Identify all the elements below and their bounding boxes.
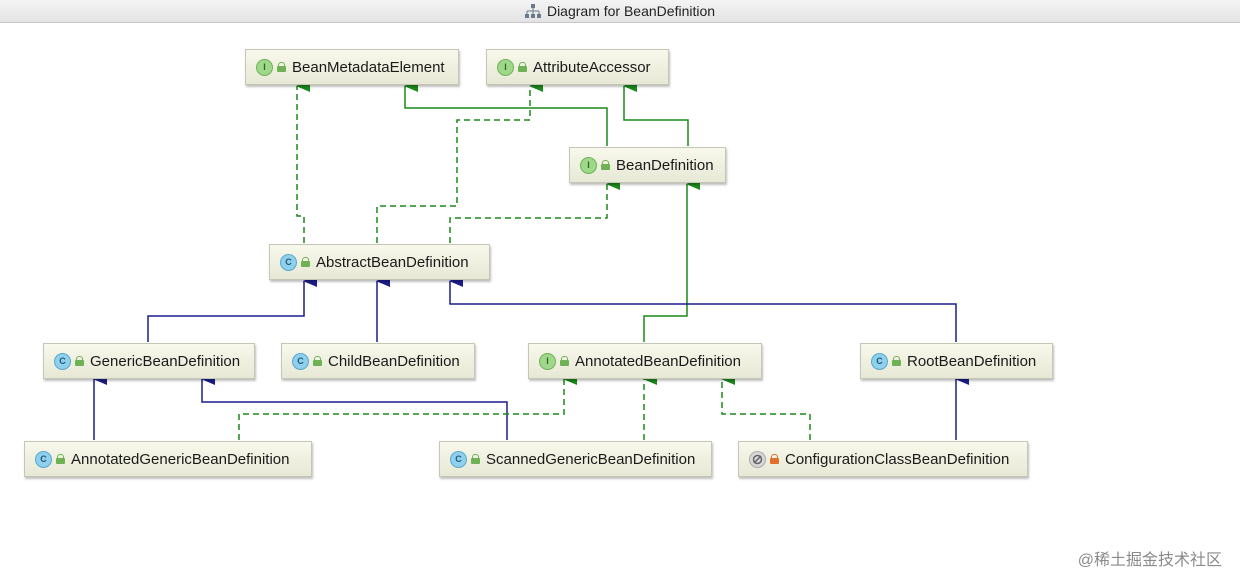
edge-generic-abstract <box>147 275 317 342</box>
edge-beandefinition-attributeaccessor <box>623 80 689 146</box>
edge-annotatedgeneric-annotated <box>238 373 577 440</box>
node-scanned-generic-bean-definition[interactable]: C ScannedGenericBeanDefinition <box>439 441 712 477</box>
node-label: ChildBeanDefinition <box>328 352 460 370</box>
class-icon: C <box>54 352 71 370</box>
node-label: AnnotatedBeanDefinition <box>575 352 741 370</box>
watermark: @稀土掘金技术社区 <box>1077 552 1222 569</box>
node-bean-definition[interactable]: I BeanDefinition <box>569 147 726 183</box>
node-generic-bean-definition[interactable]: C GenericBeanDefinition <box>43 343 255 379</box>
public-visibility-icon <box>56 454 65 464</box>
node-bean-metadata-element[interactable]: I BeanMetadataElement <box>245 49 459 85</box>
public-visibility-icon <box>601 160 610 170</box>
node-label: AbstractBeanDefinition <box>316 253 469 271</box>
public-visibility-icon <box>277 62 286 72</box>
node-label: GenericBeanDefinition <box>90 352 241 370</box>
node-label: RootBeanDefinition <box>907 352 1037 370</box>
public-visibility-icon <box>518 62 527 72</box>
edge-scanned-generic <box>201 373 508 440</box>
node-label: ScannedGenericBeanDefinition <box>486 450 696 468</box>
class-icon: C <box>280 253 297 271</box>
edge-beandefinition-beanmetadataelement <box>404 80 608 146</box>
node-root-bean-definition[interactable]: C RootBeanDefinition <box>860 343 1053 379</box>
private-class-icon <box>749 450 766 468</box>
node-configuration-class-bean-definition[interactable]: ConfigurationClassBeanDefinition <box>738 441 1028 477</box>
node-label: ConfigurationClassBeanDefinition <box>785 450 1010 468</box>
node-abstract-bean-definition[interactable]: C AbstractBeanDefinition <box>269 244 490 280</box>
class-icon: C <box>871 352 888 370</box>
node-label: BeanDefinition <box>616 156 714 174</box>
class-icon: C <box>35 450 52 468</box>
edge-annotated-beandefinition <box>643 178 700 342</box>
public-visibility-icon <box>560 356 569 366</box>
class-icon: C <box>450 450 467 468</box>
node-attribute-accessor[interactable]: I AttributeAccessor <box>486 49 669 85</box>
edge-abstract-attributeaccessor <box>376 80 543 243</box>
node-annotated-generic-bean-definition[interactable]: C AnnotatedGenericBeanDefinition <box>24 441 312 477</box>
edge-root-abstract <box>449 275 957 342</box>
class-icon: C <box>292 352 309 370</box>
edge-configclass-annotated <box>721 373 811 440</box>
edge-abstract-beandefinition <box>449 178 620 243</box>
edge-abstract-beanmetadataelement <box>296 80 310 243</box>
public-visibility-icon <box>471 454 480 464</box>
public-visibility-icon <box>892 356 901 366</box>
node-label: AttributeAccessor <box>533 58 651 76</box>
node-label: BeanMetadataElement <box>292 58 445 76</box>
interface-icon: I <box>256 58 273 76</box>
node-annotated-bean-definition[interactable]: I AnnotatedBeanDefinition <box>528 343 762 379</box>
diagram-edges <box>93 80 969 440</box>
interface-icon: I <box>539 352 556 370</box>
node-label: AnnotatedGenericBeanDefinition <box>71 450 290 468</box>
public-visibility-icon <box>75 356 84 366</box>
lock-icon <box>770 454 779 464</box>
public-visibility-icon <box>313 356 322 366</box>
public-visibility-icon <box>301 257 310 267</box>
interface-icon: I <box>497 58 514 76</box>
node-child-bean-definition[interactable]: C ChildBeanDefinition <box>281 343 475 379</box>
interface-icon: I <box>580 156 597 174</box>
